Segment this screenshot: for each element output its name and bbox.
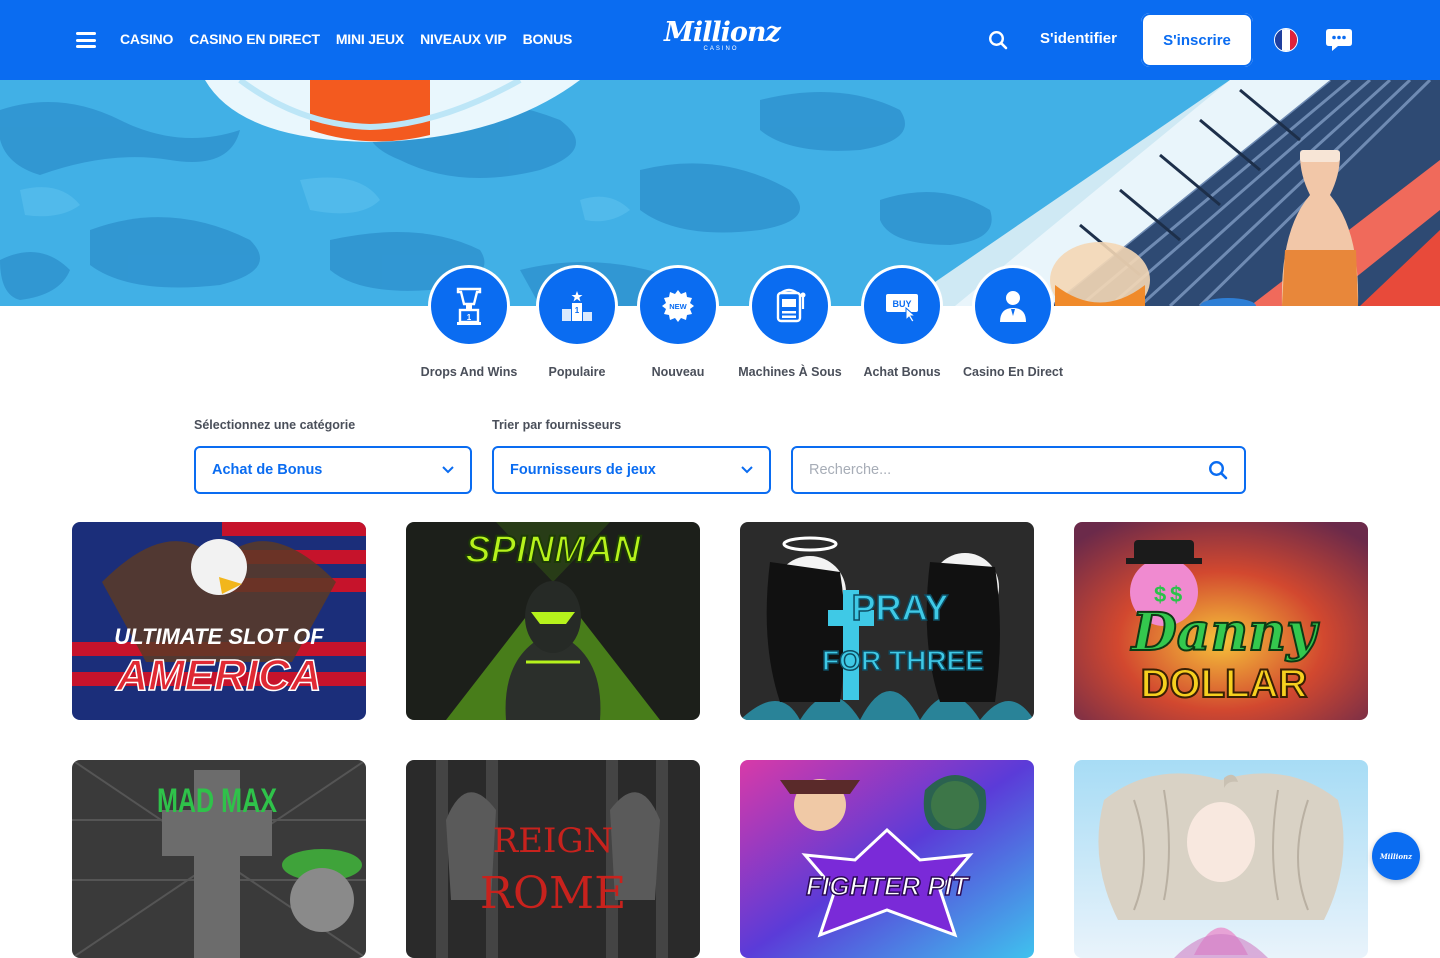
- game-tile-angel[interactable]: [1074, 760, 1368, 958]
- nav-bonus[interactable]: BONUS: [523, 31, 573, 47]
- french-flag-icon[interactable]: [1274, 28, 1298, 52]
- new-badge-icon: NEW: [662, 290, 694, 322]
- slot-machine-icon: [776, 288, 806, 323]
- game-search-box: [791, 446, 1246, 494]
- category-icon-circle: NEW: [640, 268, 716, 344]
- category-label: Casino En Direct: [962, 365, 1064, 379]
- category-slots[interactable]: Machines À Sous: [730, 268, 850, 379]
- provider-select[interactable]: Fournisseurs de jeux: [492, 446, 771, 494]
- podium-icon: 1: [562, 291, 592, 321]
- main-nav: CASINO CASINO EN DIRECT MINI JEUX NIVEAU…: [120, 31, 572, 47]
- game-title-line1: Danny: [1130, 602, 1320, 663]
- category-select[interactable]: Achat de Bonus: [194, 446, 472, 494]
- game-tile-pray-for-three[interactable]: PRAY FOR THREE: [740, 522, 1034, 720]
- menu-icon[interactable]: [76, 32, 96, 48]
- game-tile-spinman[interactable]: SPINMAN: [406, 522, 700, 720]
- game-title-line2: ROME: [480, 868, 626, 919]
- nav-casino[interactable]: CASINO: [120, 31, 173, 47]
- category-label: Machines À Sous: [738, 365, 842, 379]
- buy-bonus-icon: BUY: [886, 294, 918, 322]
- game-title-line1: MAD MAX: [157, 782, 277, 820]
- search-icon[interactable]: [988, 30, 1008, 50]
- login-link[interactable]: S'identifier: [1040, 30, 1117, 47]
- game-tile-fighter-pit[interactable]: FIGHTER PIT: [740, 760, 1034, 958]
- provider-select-value: Fournisseurs de jeux: [510, 462, 656, 478]
- nav-live-casino[interactable]: CASINO EN DIRECT: [189, 31, 320, 47]
- game-tile-danny-dollar[interactable]: $ $ Danny DOLLAR: [1074, 522, 1368, 720]
- svg-text:1: 1: [575, 306, 580, 315]
- chevron-down-icon: [741, 466, 753, 474]
- category-icon-circle: 1: [431, 268, 507, 344]
- chevron-down-icon: [442, 466, 454, 474]
- game-tile-reign-of-rome[interactable]: REIGN ROME: [406, 760, 700, 958]
- category-label: Drops And Wins: [420, 365, 518, 379]
- category-bonus-buy[interactable]: BUY Achat Bonus: [842, 268, 962, 379]
- game-title-line2: FOR THREE: [822, 645, 984, 676]
- category-new[interactable]: NEW Nouveau: [618, 268, 738, 379]
- logo-text: Millionz: [664, 17, 781, 48]
- category-select-value: Achat de Bonus: [212, 462, 323, 478]
- search-icon[interactable]: [1208, 460, 1228, 480]
- chat-icon[interactable]: [1325, 27, 1353, 53]
- signup-button[interactable]: S'inscrire: [1141, 13, 1253, 67]
- game-title-line1: ULTIMATE SLOT OF: [114, 624, 324, 649]
- nav-mini-games[interactable]: MINI JEUX: [336, 31, 404, 47]
- game-title-line1: REIGN: [493, 821, 614, 861]
- category-label: Nouveau: [651, 365, 705, 379]
- game-title-line1: FIGHTER PIT: [806, 871, 970, 901]
- category-icon-circle: [975, 268, 1051, 344]
- svg-text:NEW: NEW: [669, 302, 687, 311]
- game-title-line1: PRAY: [852, 587, 949, 628]
- category-label: Achat Bonus: [863, 365, 941, 379]
- support-chat-button[interactable]: Millionz: [1372, 832, 1420, 880]
- game-tile-mad-max[interactable]: MAD MAX: [72, 760, 366, 958]
- live-dealer-icon: [1000, 291, 1026, 322]
- svg-text:1: 1: [467, 313, 472, 322]
- brand-logo[interactable]: Millionz CASINO: [664, 17, 781, 53]
- category-live-casino[interactable]: Casino En Direct: [953, 268, 1073, 379]
- provider-select-label: Trier par fournisseurs: [492, 418, 622, 432]
- category-select-label: Sélectionnez une catégorie: [194, 418, 356, 432]
- game-title-line1: SPINMAN: [465, 529, 642, 571]
- svg-text:BUY: BUY: [892, 299, 911, 309]
- category-drops-and-wins[interactable]: 1 Drops And Wins: [409, 268, 529, 379]
- game-tile-ultimate-slot-of-america[interactable]: ULTIMATE SLOT OF AMERICA: [72, 522, 366, 720]
- category-icon-circle: 1: [539, 268, 615, 344]
- category-icon-circle: BUY: [864, 268, 940, 344]
- category-icon-circle: [752, 268, 828, 344]
- game-title-line2: DOLLAR: [1141, 662, 1308, 706]
- game-title-line2: AMERICA: [115, 651, 321, 700]
- top-header: CASINO CASINO EN DIRECT MINI JEUX NIVEAU…: [0, 0, 1440, 80]
- trophy-icon: 1: [456, 287, 482, 325]
- nav-vip-levels[interactable]: NIVEAUX VIP: [420, 31, 507, 47]
- game-search-input[interactable]: [809, 462, 1208, 478]
